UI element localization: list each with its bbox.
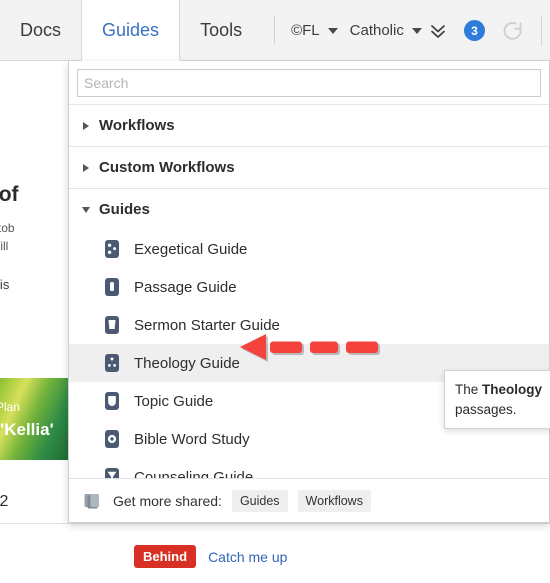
tooltip-line-2: passages. bbox=[455, 401, 517, 417]
library-menu[interactable]: ©FL bbox=[285, 0, 344, 61]
tradition-menu-label: Catholic bbox=[349, 22, 404, 39]
theology-guide-tooltip: The Theology passages. bbox=[444, 370, 550, 430]
tooltip-line-1: The Theology bbox=[455, 380, 549, 400]
tooltip-bold-term: Theology bbox=[482, 382, 543, 397]
list-item-counseling-guide[interactable]: Counseling Guide bbox=[69, 458, 549, 478]
guides-dropdown-panel: Workflows Custom Workflows Guides bbox=[68, 61, 550, 523]
list-item-label: Counseling Guide bbox=[134, 468, 254, 479]
app-root: Docs Guides Tools ©FL Catholic 3 of ob i… bbox=[0, 0, 550, 583]
group-row-custom-workflows[interactable]: Custom Workflows bbox=[69, 146, 549, 188]
sermon-starter-guide-icon bbox=[105, 316, 119, 334]
list-item-label: Exegetical Guide bbox=[134, 240, 248, 258]
list-item-label: Theology Guide bbox=[134, 354, 240, 372]
get-more-shared-label: Get more shared: bbox=[113, 492, 222, 509]
background-article-subtitle-1: op • b. Octob bbox=[0, 221, 15, 235]
topic-guide-icon bbox=[105, 392, 119, 410]
passage-guide-icon bbox=[105, 278, 119, 296]
tooltip-prefix: The bbox=[455, 382, 483, 397]
group-label-custom-workflows: Custom Workflows bbox=[99, 159, 235, 176]
tab-tools[interactable]: Tools bbox=[180, 0, 262, 61]
bottom-strip-divider bbox=[0, 523, 550, 524]
tradition-menu[interactable]: Catholic bbox=[344, 0, 428, 61]
chevron-right-icon bbox=[79, 121, 93, 130]
reading-status-row: Behind Catch me up bbox=[134, 545, 287, 568]
bible-word-study-icon bbox=[105, 430, 119, 448]
group-row-workflows[interactable]: Workflows bbox=[69, 104, 549, 146]
panel-footer: Get more shared: Guides Workflows bbox=[69, 478, 549, 522]
tab-docs-label: Docs bbox=[20, 20, 62, 40]
search-input[interactable] bbox=[77, 69, 541, 97]
reading-plan-card[interactable]: Plan a 'Kellia' bbox=[0, 378, 70, 460]
tab-docs[interactable]: Docs bbox=[0, 0, 81, 61]
behind-status-badge[interactable]: Behind bbox=[134, 545, 197, 568]
reading-scripture-reference: 1:1–3:2 bbox=[0, 493, 9, 510]
list-item-label: Passage Guide bbox=[134, 278, 237, 296]
double-chevron-down-icon[interactable] bbox=[428, 21, 448, 41]
chevron-down-icon bbox=[411, 27, 422, 34]
list-item-label: Topic Guide bbox=[134, 392, 214, 410]
toolbar-end-divider bbox=[541, 15, 542, 46]
chevron-down-icon bbox=[327, 27, 338, 34]
notification-count: 3 bbox=[471, 23, 478, 38]
chip-guides[interactable]: Guides bbox=[231, 489, 288, 512]
group-label-workflows: Workflows bbox=[99, 117, 175, 134]
reading-plan-card-line-1: Plan bbox=[0, 400, 21, 414]
toolbar-divider bbox=[274, 16, 276, 44]
list-item-sermon-starter-guide[interactable]: Sermon Starter Guide bbox=[69, 306, 549, 344]
background-article-title: lliam of bbox=[0, 183, 19, 206]
top-tab-bar: Docs Guides Tools ©FL Catholic 3 bbox=[0, 0, 550, 61]
tab-guides[interactable]: Guides bbox=[81, 0, 181, 61]
list-item-label: Bible Word Study bbox=[134, 430, 250, 448]
counseling-guide-icon bbox=[105, 468, 119, 478]
list-item-label: Sermon Starter Guide bbox=[134, 316, 280, 334]
tab-tools-label: Tools bbox=[200, 20, 243, 40]
exegetical-guide-icon bbox=[105, 240, 119, 258]
list-item-passage-guide[interactable]: Passage Guide bbox=[69, 268, 549, 306]
tab-guides-label: Guides bbox=[102, 19, 160, 40]
library-menu-label: ©FL bbox=[291, 22, 320, 39]
reading-plan-card-line-2: a 'Kellia' bbox=[0, 420, 54, 439]
theology-guide-icon bbox=[105, 354, 119, 372]
group-row-guides[interactable]: Guides bbox=[69, 188, 549, 230]
bottom-status-strip: Behind Catch me up bbox=[0, 523, 550, 583]
copy-stack-icon bbox=[84, 493, 99, 508]
list-item-exegetical-guide[interactable]: Exegetical Guide bbox=[69, 230, 549, 268]
notification-badge[interactable]: 3 bbox=[464, 20, 485, 41]
toolbar-right-group: 3 bbox=[428, 0, 550, 61]
background-article-subtitle-2: erruyer, Will bbox=[0, 239, 9, 253]
sync-refresh-icon[interactable] bbox=[501, 19, 525, 43]
group-label-guides: Guides bbox=[99, 201, 150, 218]
chevron-right-icon bbox=[79, 163, 93, 172]
search-field-wrapper bbox=[69, 61, 549, 104]
catch-me-up-link[interactable]: Catch me up bbox=[208, 549, 287, 565]
background-article-body-1: the Archbis bbox=[0, 277, 10, 292]
chevron-down-icon bbox=[79, 206, 93, 213]
chip-workflows[interactable]: Workflows bbox=[297, 489, 371, 512]
